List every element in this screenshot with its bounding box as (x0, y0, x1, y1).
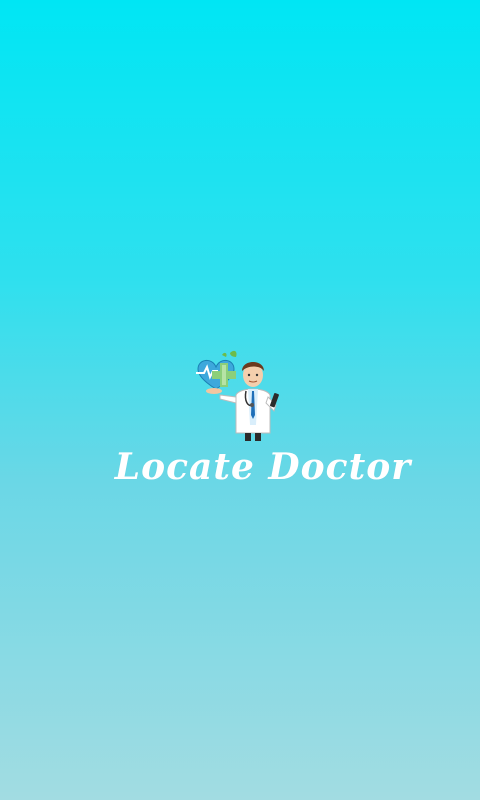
doctor-heart-icon (196, 350, 279, 441)
splash-screen: Locate Doctor (0, 0, 480, 800)
app-title: Locate Doctor (114, 446, 412, 488)
